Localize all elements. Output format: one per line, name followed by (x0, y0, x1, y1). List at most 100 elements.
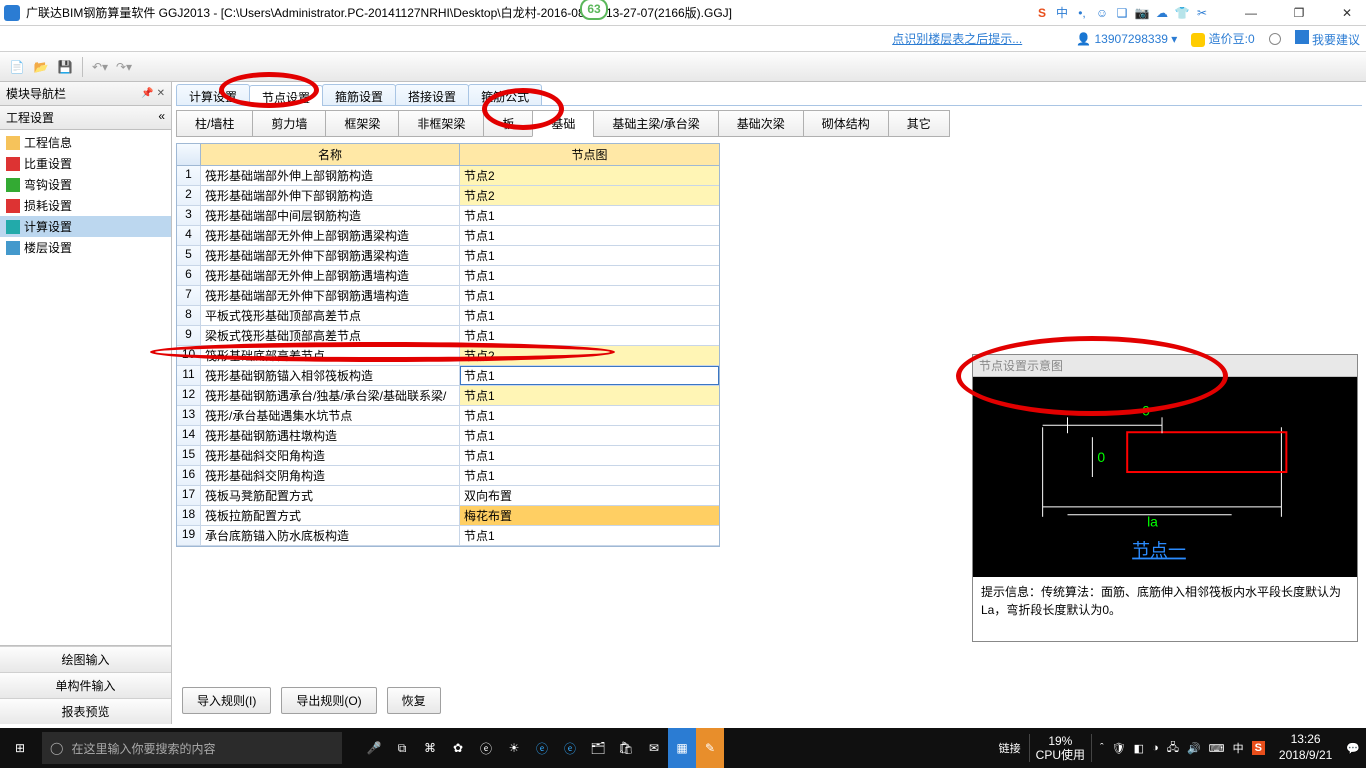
row-value[interactable]: 节点1 (460, 326, 719, 345)
ie-icon[interactable]: ⓔ (472, 728, 500, 768)
row-value[interactable]: 节点1 (460, 526, 719, 545)
row-value[interactable]: 节点1 (460, 206, 719, 225)
side-button-0[interactable]: 绘图输入 (0, 646, 171, 672)
maximize-button[interactable]: ❐ (1284, 6, 1314, 20)
grid-row[interactable]: 13筏形/承台基础遇集水坑节点节点1 (177, 406, 719, 426)
sub-tab-7[interactable]: 基础次梁 (718, 110, 804, 137)
sub-tab-1[interactable]: 剪力墙 (252, 110, 326, 137)
grid-row[interactable]: 19承台底筋锚入防水底板构造节点1 (177, 526, 719, 546)
row-value[interactable]: 节点1 (460, 306, 719, 325)
hint-link[interactable]: 点识别楼层表之后提示... (892, 30, 1022, 47)
sub-tab-9[interactable]: 其它 (888, 110, 950, 137)
sub-tab-0[interactable]: 柱/墙柱 (176, 110, 253, 137)
ime-punct-icon[interactable]: •, (1074, 6, 1090, 20)
grid-row[interactable]: 14筏形基础钢筋遇柱墩构造节点1 (177, 426, 719, 446)
grid-row[interactable]: 18筏板拉筋配置方式梅花布置 (177, 506, 719, 526)
clock[interactable]: 13:26 2018/9/21 (1273, 732, 1338, 763)
sub-tab-6[interactable]: 基础主梁/承台梁 (593, 110, 718, 137)
bell-icon[interactable] (1269, 33, 1281, 45)
redo-button[interactable]: ↷▾ (113, 56, 135, 78)
mic-icon[interactable]: 🎤 (360, 728, 388, 768)
ime-tool-icon[interactable]: ✂ (1194, 6, 1210, 20)
app-icon-5[interactable]: ✎ (696, 728, 724, 768)
grid-row[interactable]: 9梁板式筏形基础顶部高差节点节点1 (177, 326, 719, 346)
tray-vol-icon[interactable]: 🔊 (1187, 742, 1201, 755)
notifications-icon[interactable]: 💬 (1346, 742, 1360, 755)
row-value[interactable]: 节点2 (460, 346, 719, 365)
project-settings-header[interactable]: 工程设置 « (0, 106, 171, 130)
open-file-button[interactable]: 📂 (30, 56, 52, 78)
user-phone[interactable]: 👤 13907298339 ▾ (1076, 32, 1177, 46)
row-value[interactable]: 节点1 (460, 246, 719, 265)
tree-item-4[interactable]: 计算设置 (0, 216, 171, 237)
row-value[interactable]: 节点1 (460, 226, 719, 245)
top-tab-0[interactable]: 计算设置 (176, 84, 250, 105)
row-value[interactable]: 节点2 (460, 166, 719, 185)
app-icon-3[interactable]: ☀ (500, 728, 528, 768)
grid-row[interactable]: 15筏形基础斜交阳角构造节点1 (177, 446, 719, 466)
edge-icon[interactable]: ⓔ (528, 728, 556, 768)
explorer-icon[interactable]: 🗂 (584, 728, 612, 768)
sub-tab-3[interactable]: 非框架梁 (398, 110, 484, 137)
ime-skin-icon[interactable]: 👕 (1174, 6, 1190, 20)
ime-cloud-icon[interactable]: ☁ (1154, 6, 1170, 20)
sub-tab-8[interactable]: 砌体结构 (803, 110, 889, 137)
sub-tab-5[interactable]: 基础 (532, 110, 594, 137)
tray-shield-icon[interactable]: 🛡 (1112, 742, 1126, 755)
tray-icon-c[interactable]: ⌨ (1209, 742, 1225, 755)
tray-up-icon[interactable]: ˆ (1100, 742, 1104, 754)
pin-icon[interactable]: 📌 ✕ (141, 88, 165, 99)
tree-item-2[interactable]: 弯钩设置 (0, 174, 171, 195)
ime-keyboard-icon[interactable]: ❑ (1114, 6, 1130, 20)
grid-row[interactable]: 10筏形基础底部高差节点节点2 (177, 346, 719, 366)
new-file-button[interactable]: 📄 (6, 56, 28, 78)
row-value[interactable]: 节点2 (460, 186, 719, 205)
minimize-button[interactable]: — (1236, 6, 1266, 20)
ime-face-icon[interactable]: ☺ (1094, 6, 1110, 20)
row-value[interactable]: 节点1 (460, 286, 719, 305)
tree-item-0[interactable]: 工程信息 (0, 132, 171, 153)
ime-mic-icon[interactable]: 📷 (1134, 6, 1150, 20)
grid-row[interactable]: 6筏形基础端部无外伸上部钢筋遇墙构造节点1 (177, 266, 719, 286)
taskview-icon[interactable]: ⧉ (388, 728, 416, 768)
tree-item-3[interactable]: 损耗设置 (0, 195, 171, 216)
app-icon-4[interactable]: ▦ (668, 728, 696, 768)
sogou-tray-icon[interactable]: S (1252, 741, 1265, 755)
grid-row[interactable]: 17筏板马凳筋配置方式双向布置 (177, 486, 719, 506)
grid-row[interactable]: 1筏形基础端部外伸上部钢筋构造节点2 (177, 166, 719, 186)
store-icon[interactable]: 🛍 (612, 728, 640, 768)
top-tab-1[interactable]: 节点设置 (249, 85, 323, 106)
cpu-meter[interactable]: 19% CPU使用 (1029, 734, 1092, 763)
grid-row[interactable]: 11筏形基础钢筋锚入相邻筏板构造节点1 (177, 366, 719, 386)
rule-button-2[interactable]: 恢复 (387, 687, 441, 714)
row-value[interactable]: 梅花布置 (460, 506, 719, 525)
side-button-1[interactable]: 单构件输入 (0, 672, 171, 698)
row-value[interactable]: 双向布置 (460, 486, 719, 505)
grid-row[interactable]: 2筏形基础端部外伸下部钢筋构造节点2 (177, 186, 719, 206)
grid-row[interactable]: 3筏形基础端部中间层钢筋构造节点1 (177, 206, 719, 226)
top-tab-2[interactable]: 箍筋设置 (322, 84, 396, 105)
ime-lang-icon[interactable]: 中 (1054, 4, 1070, 21)
grid-row[interactable]: 4筏形基础端部无外伸上部钢筋遇梁构造节点1 (177, 226, 719, 246)
row-value[interactable]: 节点1 (460, 406, 719, 425)
taskbar-search[interactable]: ◯ 在这里输入你要搜索的内容 (42, 732, 342, 764)
grid-row[interactable]: 12筏形基础钢筋遇承台/独基/承台梁/基础联系梁/节点1 (177, 386, 719, 406)
tray-ime[interactable]: 中 (1233, 740, 1244, 756)
app-icon-2[interactable]: ✿ (444, 728, 472, 768)
feedback-link[interactable]: 我要建议 (1295, 30, 1360, 48)
grid-row[interactable]: 7筏形基础端部无外伸下部钢筋遇墙构造节点1 (177, 286, 719, 306)
app-icon-1[interactable]: ⌘ (416, 728, 444, 768)
tray-icon-a[interactable]: ◧ (1134, 742, 1144, 755)
tree-item-1[interactable]: 比重设置 (0, 153, 171, 174)
rule-button-0[interactable]: 导入规则(I) (182, 687, 271, 714)
row-value[interactable]: 节点1 (460, 466, 719, 485)
link-label[interactable]: 链接 (999, 740, 1021, 756)
row-value[interactable]: 节点1 (460, 266, 719, 285)
top-tab-4[interactable]: 箍筋公式 (468, 84, 542, 105)
save-button[interactable]: 💾 (54, 56, 76, 78)
grid-row[interactable]: 8平板式筏形基础顶部高差节点节点1 (177, 306, 719, 326)
start-button[interactable]: ⊞ (0, 728, 40, 768)
tray-icon-b[interactable]: ◑ (1152, 742, 1159, 754)
rule-button-1[interactable]: 导出规则(O) (281, 687, 376, 714)
tray-net-icon[interactable]: 🖧 (1167, 739, 1179, 758)
